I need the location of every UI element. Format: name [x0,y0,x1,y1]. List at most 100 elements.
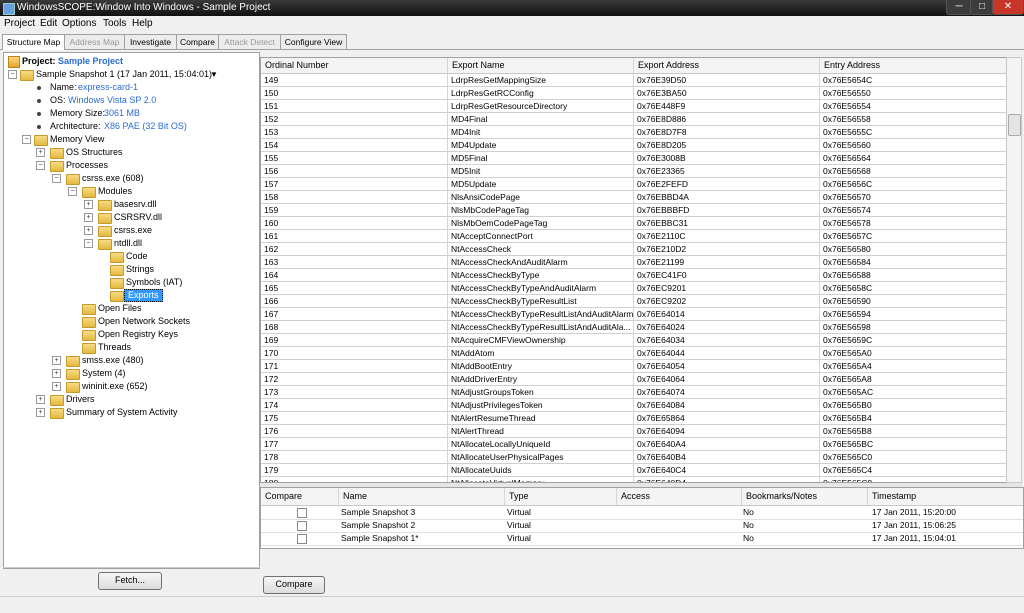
tab-structure-map[interactable]: Structure Map [2,34,65,50]
folder-icon [110,278,124,289]
table-row[interactable]: 164 NtAccessCheckByType 0x76EC41F0 0x76E565… [261,269,1007,282]
tab-attack-detect[interactable]: Attack Detect [218,34,281,49]
table-row[interactable]: 154 MD4Update 0x76E8D205 0x76E56560 [261,139,1007,152]
collapse-icon[interactable]: − [36,161,45,170]
menu-options[interactable]: Options [62,18,96,29]
expand-icon[interactable]: + [84,226,93,235]
menu-edit[interactable]: Edit [40,18,57,29]
table-row[interactable]: 171 NtAddBootEntry 0x76E64054 0x76E565A4 [261,360,1007,373]
left-panel-divider [3,567,260,568]
compare-button[interactable]: Compare [263,576,325,594]
expand-icon[interactable]: + [36,148,45,157]
collapse-icon[interactable]: − [84,239,93,248]
table-row[interactable]: 168 NtAccessCheckByTypeResultListAndAudit… [261,321,1007,334]
tab-configure-view[interactable]: Configure View [280,34,347,49]
column-header-name[interactable]: Name [339,488,505,505]
table-row[interactable]: 169 NtAcquireCMFViewOwnership 0x76E64034 0x… [261,334,1007,347]
tab-compare[interactable]: Compare [176,34,219,49]
status-bar [0,596,1024,613]
column-header-entry-address[interactable]: Entry Address [820,58,1007,73]
table-row[interactable]: 151 LdrpResGetResourceDirectory 0x76E448F9… [261,100,1007,113]
expand-icon[interactable]: + [84,200,93,209]
tab-address-map[interactable]: Address Map [64,34,125,49]
prop-value: express-card-1 [78,82,139,92]
table-row[interactable]: 167 NtAccessCheckByTypeResultListAndAudit… [261,308,1007,321]
tree-label: Code [126,251,148,261]
cell-export-address: 0x76EBBC31 [634,217,820,229]
tree-label: csrss.exe [114,225,153,235]
maximize-button[interactable]: □ [970,0,994,15]
dropdown-arrow-icon[interactable]: ▼ [210,68,218,81]
column-header-ordinal[interactable]: Ordinal Number [261,58,448,73]
table-row[interactable]: 159 NlsMbCodePageTag 0x76EBBBFD 0x76E56574 [261,204,1007,217]
table-row[interactable]: Sample Snapshot 1* Virtual No 17 Jan 2011, … [261,532,1023,546]
table-row[interactable]: 153 MD4Init 0x76E8D7F8 0x76E5655C [261,126,1007,139]
table-row[interactable]: 155 MD5Final 0x76E3008B 0x76E56564 [261,152,1007,165]
table-row[interactable]: 177 NtAllocateLocallyUniqueId 0x76E640A4 0x… [261,438,1007,451]
table-row[interactable]: 152 MD4Final 0x76E8D886 0x76E56558 [261,113,1007,126]
folder-icon [110,252,124,263]
cell-ordinal: 169 [261,334,448,346]
minimize-button[interactable]: ─ [946,0,972,15]
fetch-button[interactable]: Fetch... [98,572,162,590]
table-row[interactable]: 162 NtAccessCheck 0x76E210D2 0x76E56580 [261,243,1007,256]
exports-vertical-scrollbar[interactable] [1006,57,1022,483]
tab-bar: Structure Map Address Map Investigate Co… [0,34,1024,50]
cell-export-name: NtAllocateUserPhysicalPages [448,451,634,463]
table-row[interactable]: 163 NtAccessCheckAndAuditAlarm 0x76E21199 0… [261,256,1007,269]
cell-export-name: MD5Final [448,152,634,164]
cell-ordinal: 165 [261,282,448,294]
table-row[interactable]: 172 NtAddDriverEntry 0x76E64064 0x76E565A8 [261,373,1007,386]
table-row[interactable]: 166 NtAccessCheckByTypeResultList 0x76EC92… [261,295,1007,308]
close-button[interactable]: ✕ [992,0,1024,15]
table-row[interactable]: 165 NtAccessCheckByTypeAndAuditAlarm 0x76E… [261,282,1007,295]
collapse-icon[interactable]: − [52,174,61,183]
compare-checkbox[interactable] [297,508,307,518]
table-row[interactable]: 175 NtAlertResumeThread 0x76E65864 0x76E565… [261,412,1007,425]
menu-project[interactable]: Project [4,18,35,29]
table-row[interactable]: 161 NtAcceptConnectPort 0x76E2110C 0x76E565… [261,230,1007,243]
expand-icon[interactable]: + [52,369,61,378]
column-header-type[interactable]: Type [505,488,617,505]
table-row[interactable]: Sample Snapshot 3 Virtual No 17 Jan 2011, 1… [261,506,1023,520]
tree-snapshot[interactable]: − Sample Snapshot 1 (17 Jan 2011, 15:04:… [6,68,256,81]
table-row[interactable]: 156 MD5Init 0x76E23365 0x76E56568 [261,165,1007,178]
column-header-access[interactable]: Access [617,488,742,505]
table-row[interactable]: 174 NtAdjustPrivilegesToken 0x76E64084 0x76… [261,399,1007,412]
snapshot-bookmarks: No [743,533,754,543]
expand-icon[interactable]: + [52,356,61,365]
table-row[interactable]: 178 NtAllocateUserPhysicalPages 0x76E640B4… [261,451,1007,464]
table-row[interactable]: 170 NtAddAtom 0x76E64044 0x76E565A0 [261,347,1007,360]
compare-checkbox[interactable] [297,534,307,544]
expand-icon[interactable]: + [52,382,61,391]
table-row[interactable]: 173 NtAdjustGroupsToken 0x76E64074 0x76E565… [261,386,1007,399]
column-header-export-name[interactable]: Export Name [448,58,634,73]
cell-export-address: 0x76EC9202 [634,295,820,307]
column-header-timestamp[interactable]: Timestamp [868,488,1023,505]
cell-export-name: MD4Final [448,113,634,125]
menu-tools[interactable]: Tools [103,18,126,29]
expand-icon[interactable]: + [36,395,45,404]
table-row[interactable]: 157 MD5Update 0x76E2FEFD 0x76E5656C [261,178,1007,191]
collapse-icon[interactable]: − [22,135,31,144]
scrollbar-thumb[interactable] [1008,114,1021,136]
expand-icon[interactable]: + [84,213,93,222]
column-header-export-address[interactable]: Export Address [634,58,820,73]
table-row[interactable]: 160 NlsMbOemCodePageTag 0x76EBBC31 0x76E565… [261,217,1007,230]
column-header-bookmarks[interactable]: Bookmarks/Notes [742,488,868,505]
table-row[interactable]: 150 LdrpResGetRCConfig 0x76E3BA50 0x76E5655… [261,87,1007,100]
table-row[interactable]: 149 LdrpResGetMappingSize 0x76E39D50 0x76E5… [261,74,1007,87]
compare-checkbox[interactable] [297,521,307,531]
tab-investigate[interactable]: Investigate [124,34,177,49]
table-row[interactable]: Sample Snapshot 2 Virtual No 17 Jan 2011, 1… [261,519,1023,533]
menu-help[interactable]: Help [132,18,153,29]
column-header-compare[interactable]: Compare [261,488,339,505]
expand-icon[interactable]: + [36,408,45,417]
collapse-icon[interactable]: − [8,70,17,79]
cell-export-name: NtAccessCheckAndAuditAlarm [448,256,634,268]
table-row[interactable]: 158 NlsAnsiCodePage 0x76EBBD4A 0x76E56570 [261,191,1007,204]
collapse-icon[interactable]: − [68,187,77,196]
table-row[interactable]: 176 NtAlertThread 0x76E64094 0x76E565B8 [261,425,1007,438]
table-row[interactable]: 179 NtAllocateUuids 0x76E640C4 0x76E565C4 [261,464,1007,477]
cell-entry-address: 0x76E565A8 [820,373,1007,385]
